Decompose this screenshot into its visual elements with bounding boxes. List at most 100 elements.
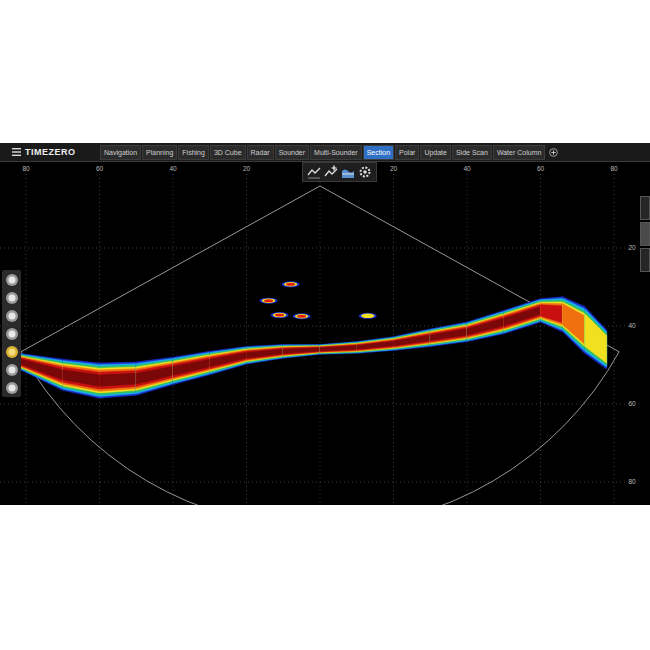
bottom-echo — [247, 349, 284, 358]
side-tab[interactable] — [640, 222, 650, 246]
tab[interactable]: 3D Cube — [210, 145, 246, 160]
bottom-echo — [467, 316, 504, 336]
section-view[interactable]: 806040202040608020406080 — [0, 162, 650, 505]
tab[interactable]: Polar — [395, 145, 419, 160]
bottom-echo — [430, 327, 467, 342]
bottom-echo — [19, 353, 63, 390]
section-chart[interactable]: 806040202040608020406080 — [0, 162, 650, 505]
bottom-echo — [136, 357, 173, 395]
bottom-echo — [504, 302, 541, 330]
bottom-echo — [320, 345, 357, 352]
fish-target — [295, 314, 309, 319]
bottom-echo — [394, 332, 431, 347]
app-window: TIMEZERO NavigationPlanningFishing3D Cub… — [0, 143, 650, 505]
bottom-echo — [210, 352, 247, 366]
tool-icon — [5, 309, 19, 323]
logo[interactable]: TIMEZERO — [0, 147, 100, 157]
bottom-echo — [394, 330, 431, 350]
bottom-echo — [563, 300, 585, 348]
bottom-echo — [320, 344, 357, 352]
bottom-echo — [247, 345, 284, 363]
tab[interactable]: Fishing — [178, 145, 209, 160]
bottom-echo — [357, 341, 394, 349]
bottom-echo — [467, 310, 504, 341]
tab-bar: NavigationPlanningFishing3D CubeRadarSou… — [100, 145, 558, 160]
add-profile-icon[interactable] — [324, 165, 338, 179]
tool-button[interactable] — [3, 361, 20, 378]
side-tab[interactable] — [640, 196, 650, 220]
bottom-echo — [247, 345, 284, 365]
bottom-echo — [283, 347, 320, 355]
tab[interactable]: Water Column — [493, 145, 545, 160]
depth-tick: 20 — [628, 244, 636, 251]
bottom-echo — [541, 300, 563, 328]
x-tick: 40 — [463, 165, 471, 172]
bottom-echo — [210, 347, 247, 373]
tool-button[interactable] — [3, 271, 20, 288]
bottom-echo — [357, 339, 394, 352]
bottom-echo — [430, 329, 467, 341]
fish-target — [282, 281, 300, 287]
bottom-echo — [320, 343, 357, 352]
settings-icon[interactable] — [358, 165, 372, 179]
bottom-echo — [210, 346, 247, 374]
bottom-echo — [357, 339, 394, 351]
profile-line-icon[interactable] — [307, 165, 321, 179]
bottom-echo — [467, 315, 504, 338]
bottom-echo — [136, 361, 173, 390]
bottom-echo — [19, 355, 63, 387]
bottom-echo — [283, 348, 320, 354]
tab[interactable]: Navigation — [100, 145, 141, 160]
bottom-echo — [173, 356, 210, 379]
bottom-echo — [394, 335, 431, 346]
grid-line — [0, 326, 630, 327]
bottom-echo — [63, 367, 100, 389]
bottom-echo — [247, 346, 284, 362]
tool-button[interactable] — [3, 307, 20, 324]
tab[interactable]: Sounder — [275, 145, 309, 160]
bottom-echo — [210, 350, 247, 370]
header-bar: TIMEZERO NavigationPlanningFishing3D Cub… — [0, 143, 650, 162]
x-tick: 60 — [96, 165, 104, 172]
tab[interactable]: Update — [420, 145, 451, 160]
bottom-echo — [467, 313, 504, 340]
bottom-echo — [467, 318, 504, 335]
x-tick: 20 — [390, 165, 398, 172]
bottom-echo — [320, 346, 357, 351]
add-tab-icon[interactable] — [549, 148, 558, 157]
bottom-echo — [320, 342, 357, 355]
bottom-echo — [357, 338, 394, 352]
fish-target — [264, 299, 273, 302]
grid-line — [540, 174, 541, 505]
grid-line — [99, 174, 100, 505]
bottom-echo — [430, 323, 467, 346]
bottom-echo — [585, 309, 607, 367]
bottom-echo — [563, 297, 585, 354]
bottom-echo — [394, 333, 431, 346]
seabed-icon[interactable] — [341, 165, 355, 179]
bottom-echo — [504, 305, 541, 328]
tool-button[interactable] — [3, 343, 20, 360]
bottom-echo — [100, 362, 137, 398]
logo-text: TIMEZERO — [25, 147, 76, 157]
bottom-echo — [136, 359, 173, 394]
tab[interactable]: Side Scan — [452, 145, 492, 160]
menu-icon[interactable] — [12, 148, 21, 156]
tab[interactable]: Multi-Sounder — [310, 145, 362, 160]
tab[interactable]: Section — [363, 145, 394, 160]
bottom-echo — [585, 314, 607, 364]
tab[interactable]: Planning — [142, 145, 177, 160]
bottom-echo — [504, 300, 541, 333]
tool-button[interactable] — [3, 379, 20, 396]
bottom-echo — [430, 326, 467, 343]
tool-button[interactable] — [3, 325, 20, 342]
tool-button[interactable] — [3, 289, 20, 306]
side-tab[interactable] — [640, 248, 650, 272]
bottom-echo — [357, 337, 394, 352]
tab[interactable]: Radar — [247, 145, 274, 160]
bottom-echo — [283, 346, 320, 357]
bottom-echo — [563, 304, 585, 344]
bottom-echo — [504, 303, 541, 329]
beam-fan — [21, 186, 619, 505]
bottom-echo — [585, 307, 607, 369]
